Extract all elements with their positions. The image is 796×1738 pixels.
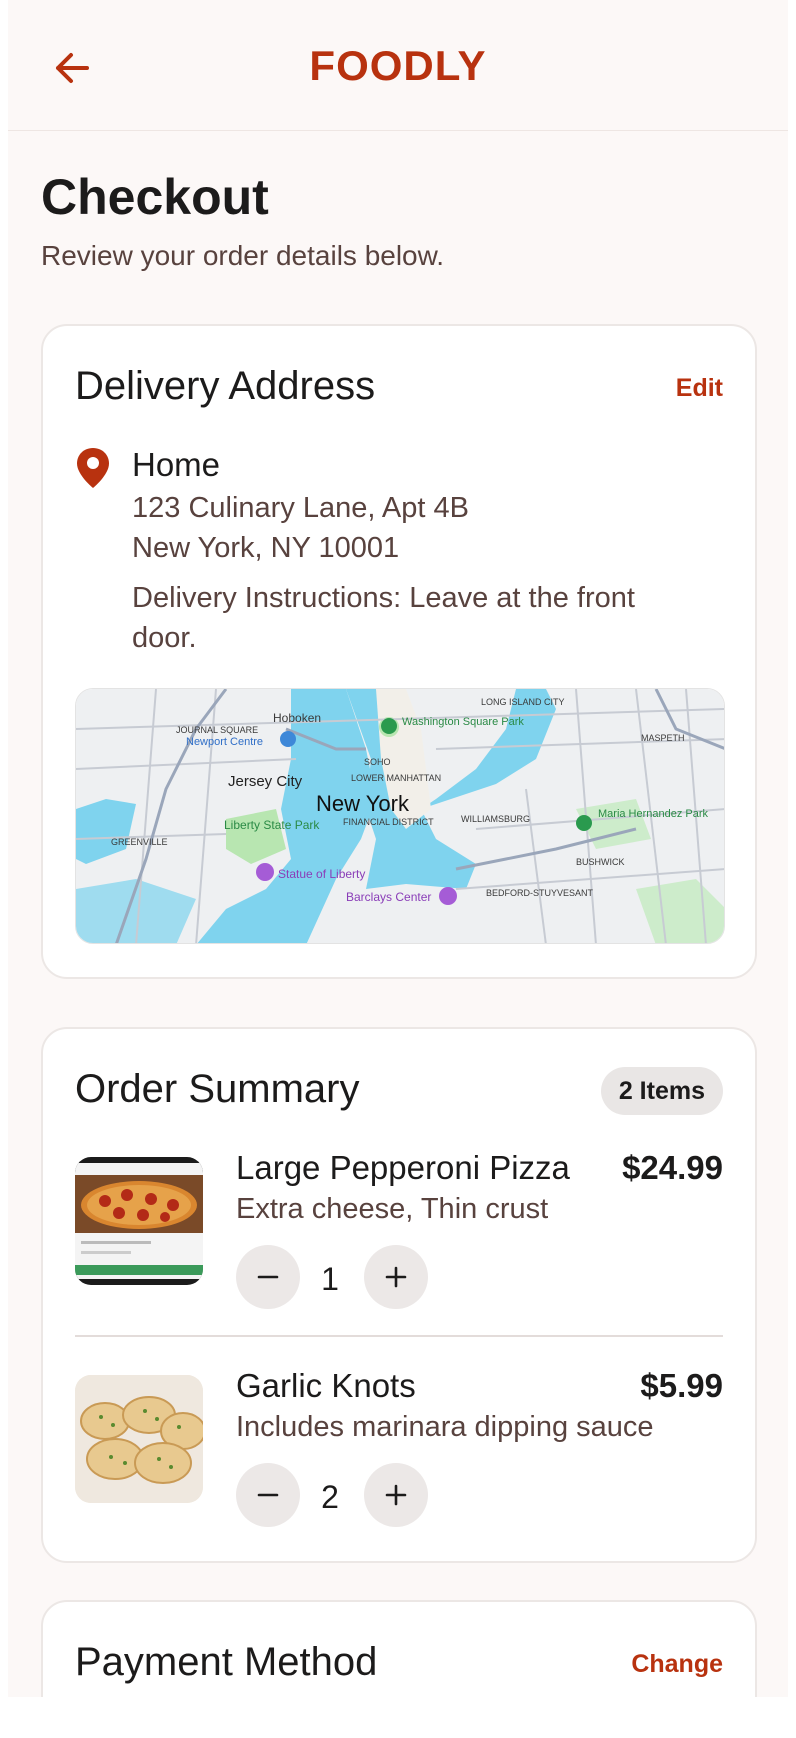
order-summary-title: Order Summary <box>75 1067 360 1111</box>
map-label-financial: FINANCIAL DISTRICT <box>343 817 434 827</box>
map-image: Hoboken JOURNAL SQUARE Newport Centre Je… <box>76 689 724 943</box>
item-price: $24.99 <box>622 1149 723 1186</box>
delivery-address-card: Delivery Address Edit Home 123 Culinary … <box>41 324 757 979</box>
map-label-washington-square: Washington Square Park <box>402 716 524 728</box>
map-label-statue: Statue of Liberty <box>278 867 365 881</box>
map-park-icon <box>381 718 397 734</box>
item-description: Includes marinara dipping sauce <box>236 1411 654 1443</box>
top-app-bar: FOODLY <box>8 0 788 131</box>
increase-quantity-button[interactable] <box>364 1463 428 1527</box>
payment-method-title: Payment Method <box>75 1640 378 1684</box>
address-label: Home <box>132 446 221 483</box>
decrease-quantity-button[interactable] <box>236 1463 300 1527</box>
minus-icon <box>257 1275 279 1279</box>
map-label-greenville: GREENVILLE <box>111 837 168 847</box>
delivery-map[interactable]: Hoboken JOURNAL SQUARE Newport Centre Je… <box>75 688 725 944</box>
decrease-quantity-button[interactable] <box>236 1245 300 1309</box>
map-label-new-york: New York <box>316 791 410 816</box>
map-poi-icon <box>439 887 457 905</box>
garlic-knots-thumbnail <box>75 1375 203 1503</box>
map-poi-icon <box>280 731 296 747</box>
location-pin-icon <box>77 448 109 488</box>
map-label-maspeth: MASPETH <box>641 733 685 743</box>
map-label-hoboken: Hoboken <box>273 711 321 725</box>
increase-quantity-button[interactable] <box>364 1245 428 1309</box>
map-label-barclays: Barclays Center <box>346 890 431 904</box>
payment-method-card: Payment Method Change <box>41 1600 757 1697</box>
map-label-lower-manhattan: LOWER MANHATTAN <box>351 773 441 783</box>
item-price: $5.99 <box>640 1367 723 1404</box>
map-label-journal-square: JOURNAL SQUARE <box>176 725 258 735</box>
map-label-soho: SOHO <box>364 757 391 767</box>
plus-icon <box>385 1266 407 1288</box>
checkout-screen: FOODLY Checkout Review your order detail… <box>8 0 788 1697</box>
page-subtitle: Review your order details below. <box>41 240 445 271</box>
map-label-newport: Newport Centre <box>186 736 263 748</box>
item-description: Extra cheese, Thin crust <box>236 1193 549 1225</box>
address-line-1: 123 Culinary Lane, Apt 4B <box>132 492 469 524</box>
delivery-instructions: Delivery Instructions: Leave at the fron… <box>132 582 635 654</box>
map-label-jersey-city: Jersey City <box>228 773 303 790</box>
quantity-value: 2 <box>321 1479 339 1515</box>
map-label-bushwick: BUSHWICK <box>576 857 625 867</box>
map-park-icon <box>576 815 592 831</box>
item-name: Large Pepperoni Pizza <box>236 1149 570 1186</box>
map-label-long-island: LONG ISLAND CITY <box>481 697 565 707</box>
map-label-bedford: BEDFORD-STUYVESANT <box>486 888 594 898</box>
edit-address-button[interactable]: Edit <box>676 374 723 403</box>
map-label-williamsburg: WILLIAMSBURG <box>461 814 530 824</box>
map-poi-icon <box>256 863 274 881</box>
item-count-badge: 2 Items <box>600 1067 723 1115</box>
minus-icon <box>257 1493 279 1497</box>
item-divider <box>75 1335 723 1337</box>
change-payment-button[interactable]: Change <box>631 1650 723 1679</box>
item-name: Garlic Knots <box>236 1367 416 1404</box>
address-line-2: New York, NY 10001 <box>132 532 400 564</box>
plus-icon <box>385 1484 407 1506</box>
map-label-liberty-park: Liberty State Park <box>224 818 320 832</box>
order-summary-card: Order Summary 2 Items Large Pepperoni Pi… <box>41 1027 757 1563</box>
page-title: Checkout <box>41 169 269 225</box>
map-label-maria-park: Maria Hernandez Park <box>598 808 709 820</box>
delivery-address-title: Delivery Address <box>75 364 376 408</box>
brand-logo-text: FOODLY <box>309 42 487 89</box>
pizza-thumbnail <box>75 1157 203 1285</box>
quantity-value: 1 <box>321 1261 339 1297</box>
